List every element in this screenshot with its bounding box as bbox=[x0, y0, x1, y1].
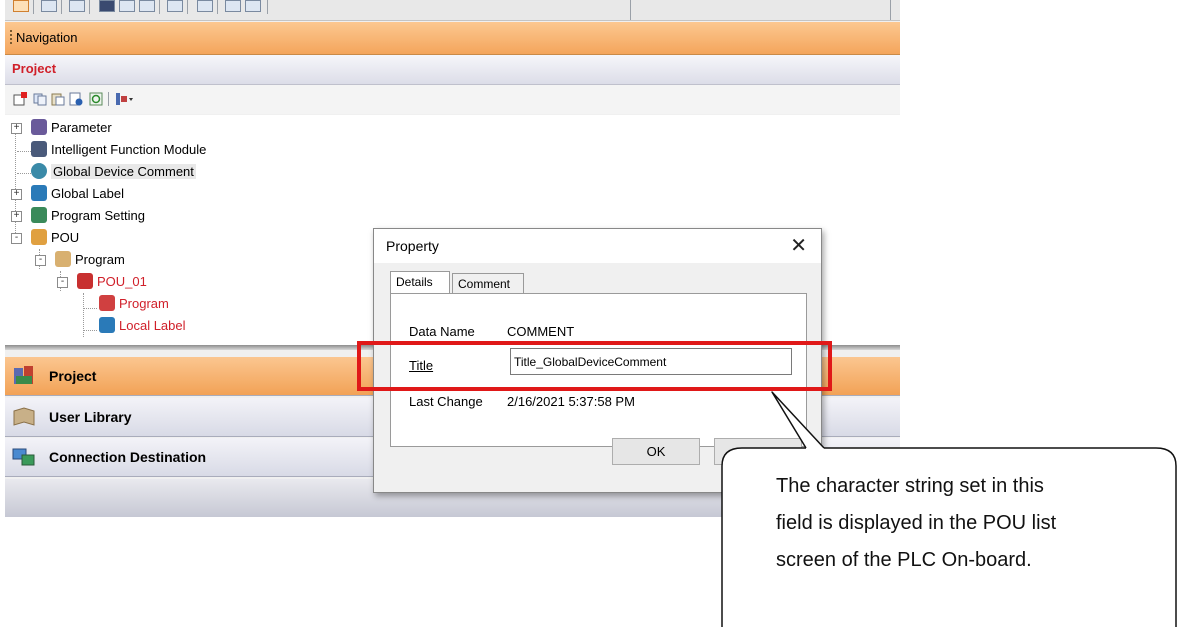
toolbar-check-icon[interactable] bbox=[225, 0, 241, 12]
data-name-label: Data Name bbox=[409, 324, 475, 339]
toolbar-search-icon[interactable] bbox=[197, 0, 213, 12]
last-change-label: Last Change bbox=[409, 394, 483, 409]
toolbar-watch-icon[interactable] bbox=[167, 0, 183, 12]
tree-item-pou[interactable]: - POU bbox=[11, 229, 311, 249]
project-view-header: Project bbox=[5, 55, 900, 85]
expand-icon[interactable]: + bbox=[11, 189, 22, 200]
expand-icon[interactable]: + bbox=[11, 211, 22, 222]
tree-item-label: Program bbox=[119, 296, 169, 311]
connection-destination-icon bbox=[12, 448, 35, 466]
collapse-icon[interactable]: - bbox=[57, 277, 68, 288]
navigation-title: Navigation bbox=[16, 30, 78, 45]
tree-item-label: POU bbox=[51, 230, 80, 245]
expand-icon[interactable]: + bbox=[11, 123, 22, 134]
copy-icon[interactable] bbox=[33, 92, 47, 106]
nav-bar-label: User Library bbox=[49, 409, 132, 425]
toolbar-window-icon[interactable] bbox=[41, 0, 57, 12]
local-label-icon bbox=[99, 317, 115, 333]
user-library-icon bbox=[13, 407, 35, 426]
tree-item-local-label[interactable]: Local Label bbox=[79, 317, 379, 337]
toolbar-separator bbox=[630, 0, 631, 20]
toolbar-grid-icon[interactable] bbox=[119, 0, 135, 12]
tree-item-label: Program Setting bbox=[51, 208, 145, 223]
parameter-icon bbox=[31, 119, 47, 135]
data-name-value: COMMENT bbox=[507, 324, 575, 339]
program-setting-icon bbox=[31, 207, 47, 223]
tab-comment[interactable]: Comment bbox=[452, 273, 524, 293]
toolbar-separator bbox=[89, 0, 90, 14]
tree-item-program-folder[interactable]: - Program bbox=[35, 251, 335, 271]
paste-icon[interactable] bbox=[51, 92, 65, 106]
tab-details[interactable]: Details bbox=[390, 271, 450, 293]
navigation-header[interactable]: Navigation bbox=[5, 22, 900, 55]
tree-item-label: POU_01 bbox=[97, 274, 147, 289]
tree-item-parameter[interactable]: + Parameter bbox=[11, 119, 311, 139]
tree-item-label: Local Label bbox=[119, 318, 186, 333]
callout-line: field is displayed in the POU list bbox=[776, 512, 1057, 534]
tree-item-label: Program bbox=[75, 252, 125, 267]
toolbar-separator bbox=[217, 0, 218, 14]
device-comment-icon bbox=[31, 163, 47, 179]
callout-line: screen of the PLC On-board. bbox=[776, 549, 1032, 571]
toolbar-separator bbox=[61, 0, 62, 14]
tree-item-global-label[interactable]: + Global Label bbox=[11, 185, 311, 205]
callout-line: The character string set in this bbox=[776, 475, 1044, 497]
tree-item-program-body[interactable]: Program bbox=[79, 295, 379, 315]
tree-item-program-setting[interactable]: + Program Setting bbox=[11, 207, 311, 227]
toolbar-chart-icon[interactable] bbox=[139, 0, 155, 12]
toolbar-monitor-icon[interactable] bbox=[99, 0, 115, 12]
drag-grip-icon[interactable] bbox=[10, 30, 12, 46]
tree-item-label: Global Label bbox=[51, 186, 124, 201]
tree-item-label: Parameter bbox=[51, 120, 112, 135]
property-icon[interactable] bbox=[69, 92, 83, 106]
tree-item-label: Global Device Comment bbox=[51, 164, 196, 179]
tree-item-label: Intelligent Function Module bbox=[51, 142, 207, 157]
program-folder-icon bbox=[55, 251, 71, 267]
project-icon bbox=[14, 366, 33, 384]
project-tree-toolbar bbox=[5, 85, 900, 114]
ok-button[interactable]: OK bbox=[612, 438, 700, 465]
title-field-highlight bbox=[357, 341, 832, 391]
callout-text: The character string set in this field i… bbox=[776, 468, 1176, 579]
new-data-icon[interactable] bbox=[13, 92, 27, 106]
display-options-dropdown-icon[interactable] bbox=[115, 92, 135, 106]
close-icon[interactable]: ✕ bbox=[790, 233, 807, 258]
tree-item-pou-01[interactable]: - POU_01 bbox=[57, 273, 357, 293]
global-label-icon bbox=[31, 185, 47, 201]
dialog-title: Property bbox=[386, 238, 439, 254]
toolbar-list-icon[interactable] bbox=[69, 0, 85, 12]
ladder-program-icon bbox=[99, 295, 115, 311]
collapse-icon[interactable]: - bbox=[11, 233, 22, 244]
nav-bar-label: Project bbox=[49, 368, 97, 384]
collapse-icon[interactable]: - bbox=[35, 255, 46, 266]
toolbar-separator bbox=[890, 0, 891, 20]
refresh-icon[interactable] bbox=[89, 92, 103, 106]
pou-folder-icon bbox=[31, 229, 47, 245]
tree-item-intelligent-function-module[interactable]: Intelligent Function Module bbox=[11, 141, 311, 161]
pou-block-icon bbox=[77, 273, 93, 289]
toolbar-separator bbox=[159, 0, 160, 14]
toolbar-separator bbox=[33, 0, 34, 14]
nav-bar-label: Connection Destination bbox=[49, 449, 207, 465]
toolbar-separator bbox=[108, 92, 109, 106]
main-toolbar bbox=[5, 0, 900, 21]
module-icon bbox=[31, 141, 47, 157]
toolbar-layout-icon[interactable] bbox=[245, 0, 261, 12]
toolbar-project-icon[interactable] bbox=[13, 0, 29, 12]
toolbar-separator bbox=[187, 0, 188, 14]
tree-item-global-device-comment[interactable]: Global Device Comment bbox=[11, 163, 311, 183]
last-change-value: 2/16/2021 5:37:58 PM bbox=[507, 394, 635, 409]
project-view-title: Project bbox=[12, 61, 57, 76]
toolbar-separator bbox=[267, 0, 268, 14]
